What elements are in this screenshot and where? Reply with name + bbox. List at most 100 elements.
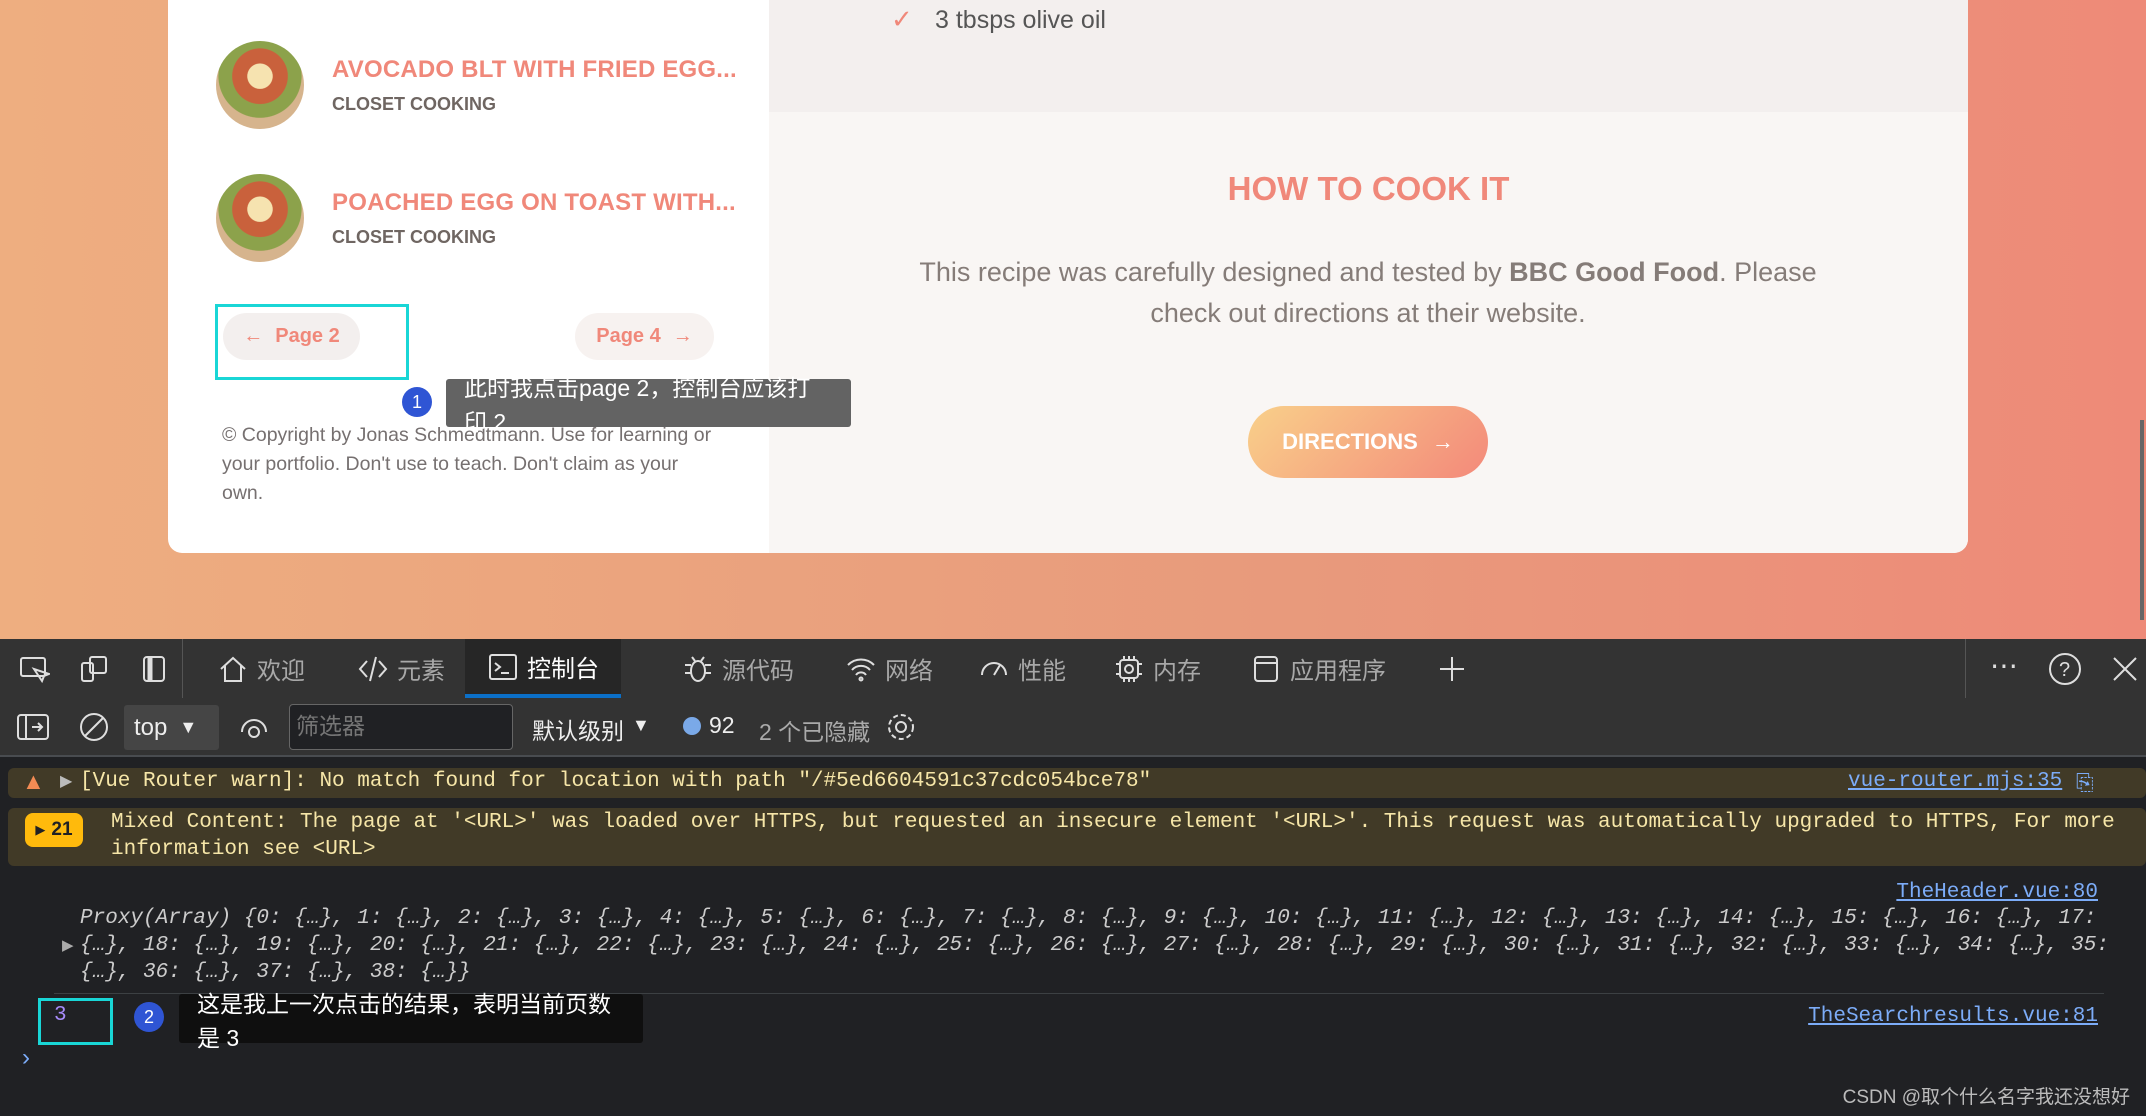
ingredients-section: ✓ 3 tbsps olive oil	[769, 0, 1968, 112]
source-link[interactable]: vue-router.mjs:35	[1848, 770, 2062, 793]
highlight-box	[38, 998, 113, 1045]
next-page-label: Page 4	[596, 325, 661, 347]
tab-1[interactable]: 元素	[357, 639, 445, 698]
directions-button[interactable]: DIRECTIONS →	[1248, 406, 1488, 478]
hidden-count[interactable]: 2 个已隐藏	[759, 713, 870, 747]
expand-arrow-icon[interactable]: ▶	[60, 771, 72, 791]
text: This recipe was carefully designed and t…	[919, 257, 1510, 287]
log-level-dropdown[interactable]: 默认级别 ▼	[532, 712, 650, 746]
source-link[interactable]: TheHeader.vue:80	[1896, 881, 2098, 904]
add-tab-icon[interactable]	[1436, 653, 1468, 685]
filter-input[interactable]	[289, 704, 513, 750]
tab-2[interactable]: 控制台	[465, 639, 621, 698]
console-icon	[489, 653, 517, 680]
context-selector[interactable]: top ▼	[124, 705, 219, 750]
dropdown-arrow-icon: ▼	[632, 715, 650, 735]
tab-label: 元素	[397, 658, 445, 685]
copyright-text: © Copyright by	[222, 424, 357, 446]
message-icon	[683, 716, 701, 735]
tab-label: 应用程序	[1290, 658, 1386, 685]
tab-6[interactable]: 内存	[1113, 639, 1201, 698]
recipe-title: POACHED EGG ON TOAST WITH...	[332, 188, 736, 216]
directions-label: DIRECTIONS	[1282, 429, 1418, 454]
expand-arrow-icon: ▶	[35, 822, 46, 837]
recipe-preview-2[interactable]: POACHED EGG ON TOAST WITH... CLOSET COOKI…	[216, 174, 736, 262]
recipe-publisher: CLOSET COOKING	[332, 226, 497, 247]
gauge-icon	[981, 661, 1007, 676]
object-preview: {…}, 18: {…}, 19: {…}, 20: {…}, 21: {…},…	[80, 934, 2109, 957]
svg-text:?: ?	[2059, 659, 2070, 681]
dock-panel-icon[interactable]	[138, 653, 170, 685]
tab-7[interactable]: 应用程序	[1250, 639, 1386, 698]
sidebar-toggle-icon[interactable]	[16, 712, 50, 742]
tab-label: 内存	[1153, 658, 1201, 685]
bug-icon	[685, 655, 711, 682]
ingredient-item: 3 tbsps olive oil	[935, 6, 1106, 34]
console-warning: ▲ ▶ [Vue Router warn]: No match found fo…	[8, 768, 2146, 798]
tab-label: 欢迎	[257, 658, 305, 685]
console-settings-icon[interactable]	[884, 710, 918, 744]
message-count[interactable]: 92	[683, 712, 735, 739]
object-preview: Proxy(Array) {0: {…}, 1: {…}, 2: {…}, 3:…	[80, 907, 2097, 930]
live-expression-icon[interactable]	[238, 712, 270, 744]
recipe-preview-1[interactable]: AVOCADO BLT WITH FRIED EGG... CLOSET COOK…	[216, 41, 737, 129]
annotation-badge: 1	[402, 387, 432, 417]
help-icon[interactable]: ?	[2048, 652, 2082, 686]
tab-5[interactable]: 性能	[978, 639, 1066, 698]
warning-message: information see <URL>	[111, 838, 376, 861]
console-output: ▲ ▶ [Vue Router warn]: No match found fo…	[0, 757, 2146, 1116]
copy-icon[interactable]: ⎘	[2076, 770, 2094, 796]
arrow-right-icon: →	[672, 325, 693, 347]
code-icon	[358, 656, 388, 681]
home-icon	[220, 656, 246, 682]
divider	[1965, 639, 1966, 698]
recipe-card: ✓ 3 tbsps olive oil AVOCADO BLT WITH FRI…	[168, 0, 1968, 553]
console-warning-group: ▶ 21 Mixed Content: The page at '<URL>' w…	[8, 808, 2146, 866]
how-to-cook-heading: HOW TO COOK IT	[1227, 170, 1510, 207]
annotation-tooltip: 此时我点击page 2，控制台应该打印 2	[446, 375, 851, 435]
tab-label: 网络	[885, 658, 933, 685]
annotation-tooltip: 这是我上一次点击的结果，表明当前页数是 3	[179, 991, 643, 1051]
warning-message: [Vue Router warn]: No match found for lo…	[80, 770, 1152, 793]
inspect-icon[interactable]	[18, 653, 50, 685]
chip-icon	[1116, 655, 1142, 682]
console-toolbar: top ▼ 默认级别 ▼ 92 2 个已隐藏	[0, 698, 2146, 757]
tab-label: 源代码	[722, 658, 794, 685]
more-icon[interactable]: ⋯	[1990, 649, 2018, 682]
arrow-right-icon: →	[1431, 429, 1454, 454]
recipe-title: AVOCADO BLT WITH FRIED EGG...	[332, 55, 737, 83]
object-preview: {…}, 36: {…}, 37: {…}, 38: {…}}	[80, 961, 471, 984]
dropdown-arrow-icon: ▼	[179, 717, 198, 737]
warning-icon: ▲	[22, 768, 45, 794]
devtools-tabbar: 欢迎 元素 控制台 源代码 网络 性能 内存 应用程序 ⋯ ?	[0, 639, 2146, 698]
prompt-chevron-icon[interactable]: ›	[22, 1044, 30, 1072]
warning-message: Mixed Content: The page at '<URL>' was l…	[111, 811, 2115, 834]
page-scrollbar[interactable]	[2140, 420, 2144, 620]
tab-4[interactable]: 网络	[845, 639, 933, 698]
count: 21	[51, 819, 73, 840]
next-page-button[interactable]: Page 4 →	[575, 313, 714, 360]
highlight-box	[215, 304, 409, 380]
log-level-value: 默认级别	[532, 718, 624, 744]
recipe-thumbnail	[216, 174, 304, 262]
tab-label: 控制台	[527, 656, 599, 683]
webpage: ✓ 3 tbsps olive oil AVOCADO BLT WITH FRI…	[0, 0, 2146, 639]
tab-0[interactable]: 欢迎	[217, 639, 305, 698]
close-icon[interactable]	[2110, 654, 2140, 684]
expand-arrow-icon[interactable]: ▶	[62, 936, 74, 954]
recipe-publisher: CLOSET COOKING	[332, 93, 497, 114]
clear-console-icon[interactable]	[78, 711, 110, 743]
divider	[182, 639, 183, 698]
how-to-cook-text: This recipe was carefully designed and t…	[898, 252, 1838, 334]
device-emulation-icon[interactable]	[78, 653, 110, 685]
repeat-count-badge[interactable]: ▶ 21	[25, 813, 83, 847]
context-value: top	[134, 713, 168, 741]
tab-3[interactable]: 源代码	[682, 639, 794, 698]
recipe-thumbnail	[216, 41, 304, 129]
source-link[interactable]: TheSearchresults.vue:81	[1808, 1005, 2098, 1028]
annotation-badge: 2	[134, 1002, 164, 1032]
watermark: CSDN @取个什么名字我还没想好	[1842, 1087, 2130, 1108]
publisher-name: BBC Good Food	[1509, 257, 1720, 287]
wifi-icon	[847, 658, 875, 681]
message-count-value: 92	[709, 712, 735, 738]
